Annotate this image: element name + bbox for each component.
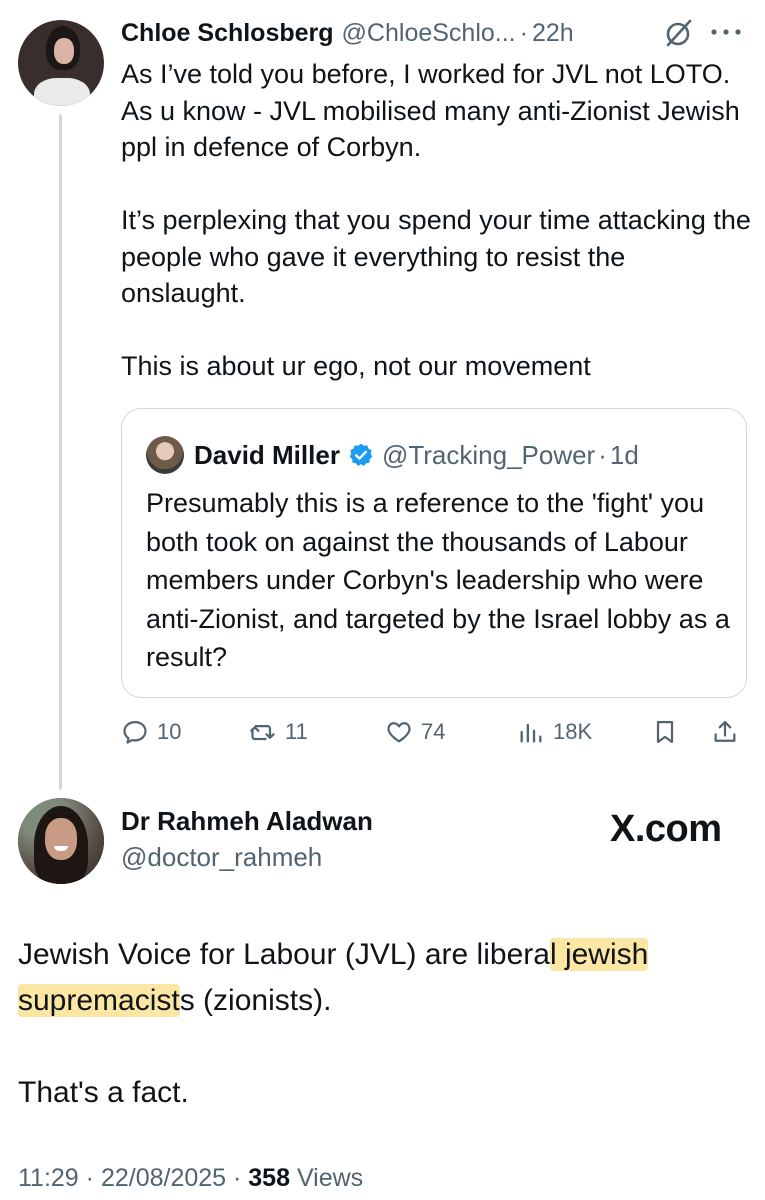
like-count: 74 <box>421 719 446 744</box>
grok-icon[interactable] <box>664 18 694 48</box>
tweet2-metadata: 11:29 · 22/08/2025 · 358 Views <box>18 1164 363 1193</box>
tweet1-text: As I’ve told you before, I worked for JV… <box>121 59 751 381</box>
reply-button[interactable]: 10 <box>121 712 181 752</box>
thread-connector-line <box>59 114 62 790</box>
quoted-author-handle[interactable]: @Tracking_Power <box>382 440 595 471</box>
reply-icon <box>123 720 147 744</box>
avatar-face <box>45 818 77 860</box>
x-com-watermark: X.com <box>610 808 722 850</box>
tweet2-views-count[interactable]: 358 <box>248 1164 290 1192</box>
quoted-tweet-header: David Miller @Tracking_Power · 1d <box>194 436 639 474</box>
tweet2-text: Jewish Voice for Labour (JVL) are libera… <box>18 932 753 1116</box>
quoted-separator: · <box>598 439 607 470</box>
tweet2-views-label: Views <box>290 1164 364 1192</box>
avatar-face <box>54 38 74 64</box>
views-count: 18K <box>553 719 593 744</box>
tweet2-author-handle[interactable]: @doctor_rahmeh <box>121 842 322 873</box>
meta-separator-2: · <box>226 1164 249 1192</box>
tweet2-date[interactable]: 22/08/2025 <box>101 1164 226 1192</box>
david-miller-avatar[interactable] <box>146 436 184 474</box>
tweet1-separator: · <box>519 18 528 47</box>
tweet2-text-part1: Jewish Voice for Labour (JVL) are libera <box>18 938 550 971</box>
tweet2-author-name[interactable]: Dr Rahmeh Aladwan <box>121 806 373 837</box>
repost-count: 11 <box>285 719 308 744</box>
tweet1-action-bar: 10 11 74 18K <box>121 712 751 752</box>
share-button[interactable] <box>711 712 747 752</box>
tweet1-author-handle[interactable]: @ChloeSchlo... <box>342 19 516 48</box>
share-icon <box>714 720 736 742</box>
highlighted-phrase-1: l jewish <box>549 938 649 971</box>
quoted-time[interactable]: 1d <box>610 440 639 471</box>
reply-count: 10 <box>157 719 182 744</box>
quoted-author-name[interactable]: David Miller <box>194 440 340 471</box>
highlighted-phrase-2: supremacist <box>18 984 180 1017</box>
repost-button[interactable]: 11 <box>249 712 308 752</box>
bookmark-icon <box>656 720 674 744</box>
views-chart-icon <box>520 723 542 743</box>
heart-icon <box>387 722 411 743</box>
bookmark-button[interactable] <box>651 712 687 752</box>
verified-badge-icon <box>349 443 373 467</box>
tweet1-author-name[interactable]: Chloe Schlosberg <box>121 19 334 48</box>
tweet1-header: Chloe Schlosberg @ChloeSchlo... · 22h <box>121 14 751 52</box>
avatar-shirt <box>34 78 90 106</box>
tweet2-time[interactable]: 11:29 <box>18 1164 79 1192</box>
rahmeh-avatar[interactable] <box>18 798 104 884</box>
views-button[interactable]: 18K <box>517 712 592 752</box>
repost-icon <box>250 725 275 741</box>
meta-separator-1: · <box>78 1164 101 1192</box>
chloe-avatar[interactable] <box>18 20 104 106</box>
tweet1-time[interactable]: 22h <box>532 19 574 48</box>
like-button[interactable]: 74 <box>385 712 445 752</box>
quoted-tweet-text: Presumably this is a reference to the 'f… <box>146 488 730 672</box>
more-options-icon[interactable] <box>706 20 746 44</box>
